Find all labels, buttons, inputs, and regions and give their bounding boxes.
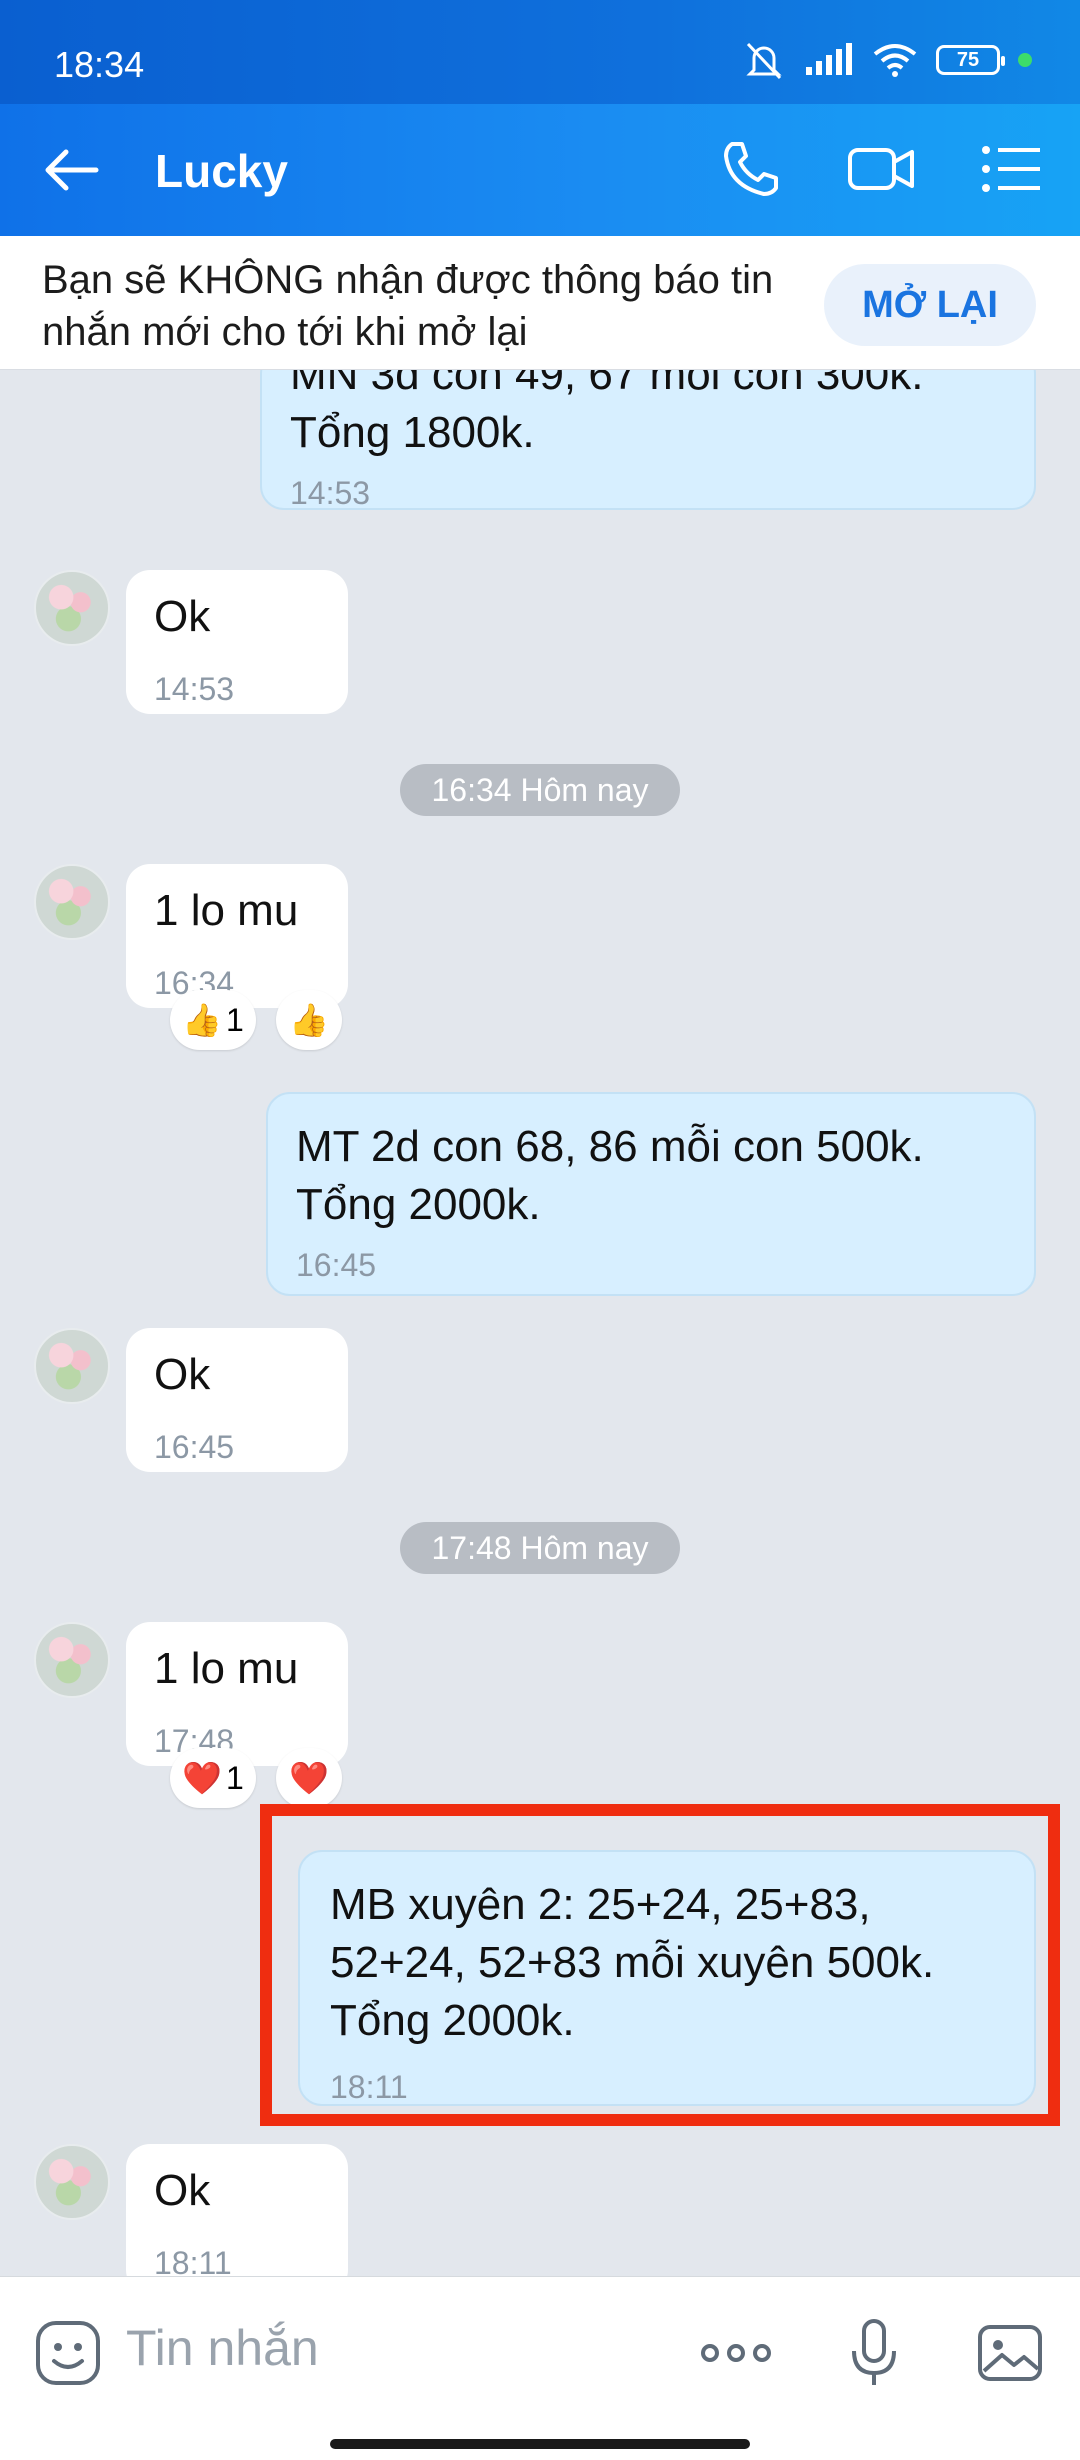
message-text: 1 lo mu <box>154 886 299 935</box>
message-text: Ok <box>154 1350 211 1399</box>
mute-notice-text: Bạn sẽ KHÔNG nhận được thông báo tin nhắ… <box>42 258 774 354</box>
reaction-summary[interactable]: ❤️ 1 <box>170 1748 256 1808</box>
highlight-box <box>260 1804 1060 2126</box>
signal-icon <box>806 43 852 75</box>
image-icon[interactable] <box>974 2317 1046 2389</box>
phone-icon[interactable] <box>716 134 786 204</box>
quick-reaction-button[interactable]: 👍 <box>276 990 342 1050</box>
message-text: Ok <box>154 2166 211 2215</box>
date-separator: 17:48 Hôm nay <box>400 1522 680 1574</box>
message-time: 14:53 <box>290 475 371 511</box>
message-text: MN 3d con 49, 67 mỗi con 300k. Tổng 1800… <box>290 370 924 457</box>
contact-avatar[interactable] <box>34 2144 110 2220</box>
message-bubble-incoming[interactable]: Ok 18:11 <box>126 2144 348 2276</box>
menu-list-icon[interactable] <box>976 134 1046 204</box>
message-bubble-outgoing[interactable]: MT 2d con 68, 86 mỗi con 500k. Tổng 2000… <box>266 1092 1036 1296</box>
message-bubble-incoming[interactable]: Ok 14:53 <box>126 570 348 714</box>
more-icon[interactable] <box>696 2317 776 2389</box>
conversation-title[interactable]: Lucky <box>155 144 288 198</box>
message-list[interactable]: MN 3d con 49, 67 mỗi con 300k. Tổng 1800… <box>0 370 1080 2276</box>
message-text: 1 lo mu <box>154 1644 299 1693</box>
message-time: 18:11 <box>154 2245 232 2276</box>
back-arrow-icon[interactable] <box>40 138 104 202</box>
message-time: 14:53 <box>154 671 235 707</box>
status-bar: 18:34 75 <box>0 0 1080 104</box>
reaction-count: 1 <box>226 1759 244 1796</box>
heart-icon: ❤️ <box>289 1760 329 1796</box>
sticker-icon[interactable] <box>32 2317 104 2389</box>
privacy-dot <box>1018 53 1032 67</box>
contact-avatar[interactable] <box>34 570 110 646</box>
message-input[interactable]: Tin nhắn <box>126 2319 319 2377</box>
thumbs-up-icon: 👍 <box>182 1002 223 1038</box>
mute-icon <box>746 42 782 80</box>
message-time: 16:45 <box>154 1429 235 1465</box>
contact-avatar[interactable] <box>34 1328 110 1404</box>
status-icons: 75 <box>742 40 1032 80</box>
status-time: 18:34 <box>54 44 145 85</box>
thumbs-up-icon: 👍 <box>289 1002 329 1038</box>
microphone-icon[interactable] <box>838 2317 910 2389</box>
message-text: MT 2d con 68, 86 mỗi con 500k. Tổng 2000… <box>296 1122 924 1229</box>
message-bubble-incoming[interactable]: 1 lo mu 16:34 <box>126 864 348 1008</box>
contact-avatar[interactable] <box>34 864 110 940</box>
reaction-summary[interactable]: 👍 1 <box>170 990 256 1050</box>
contact-avatar[interactable] <box>34 1622 110 1698</box>
home-indicator <box>330 2439 750 2449</box>
quick-reaction-button[interactable]: ❤️ <box>276 1748 342 1808</box>
message-bubble-outgoing[interactable]: MN 3d con 49, 67 mỗi con 300k. Tổng 1800… <box>260 370 1036 511</box>
mute-notice-banner: Bạn sẽ KHÔNG nhận được thông báo tin nhắ… <box>0 236 1080 370</box>
wifi-icon <box>873 44 917 77</box>
message-bubble-incoming[interactable]: 1 lo mu 17:48 <box>126 1622 348 1766</box>
message-text: Ok <box>154 592 211 641</box>
unmute-button[interactable]: MỞ LẠI <box>824 264 1036 346</box>
heart-icon: ❤️ <box>182 1760 223 1796</box>
reaction-count: 1 <box>226 1001 244 1038</box>
battery-indicator: 75 <box>936 45 1005 75</box>
app-header: 18:34 75 Lucky <box>0 0 1080 236</box>
message-composer: Tin nhắn <box>0 2276 1080 2460</box>
video-call-icon[interactable] <box>846 134 916 204</box>
date-separator: 16:34 Hôm nay <box>400 764 680 816</box>
chat-toolbar: Lucky <box>0 104 1080 236</box>
message-time: 16:45 <box>296 1247 377 1283</box>
message-bubble-incoming[interactable]: Ok 16:45 <box>126 1328 348 1472</box>
